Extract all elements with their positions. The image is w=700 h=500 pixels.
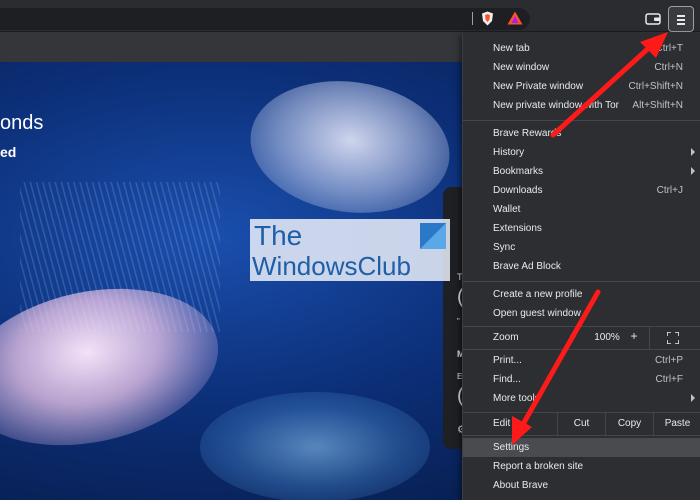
menu-item-label: Create a new profile bbox=[493, 289, 583, 300]
watermark-line2: WindowsClub bbox=[252, 251, 411, 281]
menu-item-shortcut: Alt+Shift+N bbox=[632, 100, 683, 111]
menu-item-shortcut: Ctrl+P bbox=[654, 355, 683, 366]
menu-item-label: Open guest window bbox=[493, 308, 581, 319]
zoom-row: Zoom − 100% + bbox=[463, 327, 700, 349]
menu-item-label: New Private window bbox=[493, 81, 584, 92]
fullscreen-icon[interactable] bbox=[667, 332, 679, 344]
paste-button[interactable]: Paste bbox=[653, 413, 700, 435]
menu-separator bbox=[463, 349, 700, 350]
menu-item-label: Sync bbox=[493, 242, 516, 253]
zoom-divider bbox=[649, 327, 650, 349]
menu-item-label: Find... bbox=[493, 374, 521, 385]
menu-item-extensions[interactable]: Extensions bbox=[463, 219, 700, 238]
menu-item-label: New tab bbox=[493, 43, 530, 54]
watermark-line1: The bbox=[254, 220, 303, 251]
menu-item-brave-ad-block[interactable]: Brave Ad Block bbox=[463, 257, 700, 276]
zoom-out-button[interactable]: − bbox=[567, 329, 579, 347]
menu-item-label: Extensions bbox=[493, 223, 542, 234]
menu-item-shortcut: Ctrl+N bbox=[654, 62, 683, 73]
edit-label: Edit bbox=[493, 418, 511, 429]
menu-item-label: New private window with Tor bbox=[493, 100, 619, 111]
brave-rewards-triangle-icon[interactable] bbox=[507, 11, 523, 25]
menu-item-wallet[interactable]: Wallet bbox=[463, 200, 700, 219]
ntp-subline: ed bbox=[0, 144, 17, 160]
menu-item-label: Report a broken site bbox=[493, 461, 584, 472]
menu-separator bbox=[463, 435, 700, 436]
menu-item-label: Downloads bbox=[493, 185, 543, 196]
address-bar[interactable] bbox=[0, 8, 530, 30]
menu-separator bbox=[463, 120, 700, 121]
menu-item-more-tools[interactable]: More tools bbox=[463, 389, 700, 408]
menu-item-shortcut: Ctrl+F bbox=[655, 374, 684, 385]
watermark-logo-icon bbox=[420, 223, 446, 249]
menu-item-shortcut: Ctrl+Shift+N bbox=[628, 81, 683, 92]
menu-item-about-brave[interactable]: About Brave bbox=[463, 476, 700, 495]
menu-item-label: Wallet bbox=[493, 204, 521, 215]
menu-item-new-private-window[interactable]: New Private window Ctrl+Shift+N bbox=[463, 77, 700, 96]
menu-item-print[interactable]: Print... Ctrl+P bbox=[463, 351, 700, 370]
background-jellyfish bbox=[241, 68, 459, 226]
zoom-in-button[interactable]: + bbox=[627, 329, 641, 347]
watermark: The WindowsClub bbox=[250, 219, 450, 281]
menu-item-label: Brave Ad Block bbox=[493, 261, 561, 272]
browser-main-menu: New tab Ctrl+T New window Ctrl+N New Private… bbox=[462, 33, 700, 500]
brave-shield-icon[interactable] bbox=[481, 11, 494, 26]
menu-item-settings[interactable]: Settings bbox=[463, 438, 700, 457]
wallet-icon[interactable] bbox=[644, 11, 662, 27]
menu-item-bookmarks[interactable]: Bookmarks bbox=[463, 162, 700, 181]
menu-item-label: Brave Rewards bbox=[493, 128, 562, 139]
zoom-level: 100% bbox=[594, 332, 620, 343]
submenu-arrow-icon bbox=[691, 394, 695, 402]
cut-button[interactable]: Cut bbox=[557, 413, 605, 435]
menu-item-label: History bbox=[493, 147, 525, 158]
submenu-arrow-icon bbox=[691, 148, 695, 156]
menu-item-label: More tools bbox=[493, 393, 540, 404]
menu-item-find[interactable]: Find... Ctrl+F bbox=[463, 370, 700, 389]
menu-item-history[interactable]: History bbox=[463, 143, 700, 162]
edit-row: Edit Cut Copy Paste bbox=[463, 413, 700, 435]
copy-button[interactable]: Copy bbox=[605, 413, 653, 435]
menu-item-shortcut: Ctrl+J bbox=[656, 185, 683, 196]
submenu-arrow-icon bbox=[691, 167, 695, 175]
hamburger-menu-icon[interactable] bbox=[668, 6, 694, 32]
menu-item-new-tab[interactable]: New tab Ctrl+T bbox=[463, 39, 700, 58]
background-jellyfish bbox=[200, 392, 430, 500]
menu-item-create-a-new-profile[interactable]: Create a new profile bbox=[463, 285, 700, 304]
menu-item-label: Settings bbox=[493, 442, 530, 453]
menu-item-shortcut: Ctrl+T bbox=[655, 43, 684, 54]
card-glyph: " bbox=[457, 317, 460, 326]
menu-item-report-a-broken-site[interactable]: Report a broken site bbox=[463, 457, 700, 476]
menu-item-downloads[interactable]: Downloads Ctrl+J bbox=[463, 181, 700, 200]
menu-item-label: About Brave bbox=[493, 480, 549, 491]
menu-item-open-guest-window[interactable]: Open guest window bbox=[463, 304, 700, 323]
menu-item-sync[interactable]: Sync bbox=[463, 238, 700, 257]
ntp-headline: onds bbox=[0, 112, 44, 134]
menu-item-new-private-window-with-tor[interactable]: New private window with Tor Alt+Shift+N bbox=[463, 96, 700, 115]
menu-item-brave-rewards[interactable]: Brave Rewards bbox=[463, 124, 700, 143]
menu-item-label: New window bbox=[493, 62, 550, 73]
menu-separator bbox=[463, 281, 700, 282]
browser-toolbar bbox=[0, 0, 700, 32]
address-bar-divider bbox=[472, 12, 473, 25]
menu-item-new-window[interactable]: New window Ctrl+N bbox=[463, 58, 700, 77]
zoom-label: Zoom bbox=[493, 332, 519, 343]
menu-item-label: Bookmarks bbox=[493, 166, 544, 177]
menu-item-label: Print... bbox=[493, 355, 522, 366]
